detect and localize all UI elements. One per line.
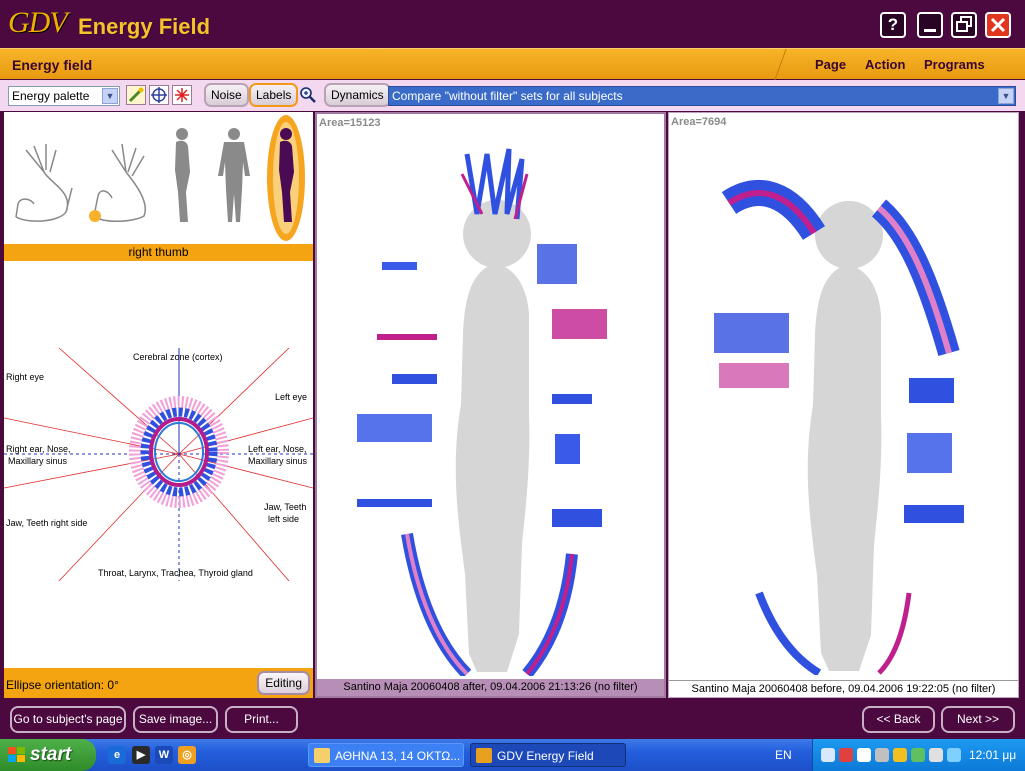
sector-label-left-ear-2: Maxillary sinus (248, 456, 308, 466)
palette-value: Energy palette (12, 89, 90, 103)
menu-page[interactable]: Page (815, 57, 846, 72)
minimize-button[interactable] (917, 12, 943, 38)
save-image-button[interactable]: Save image... (133, 706, 218, 733)
labels-button[interactable]: Labels (249, 83, 299, 107)
ellipse-orientation-label: Ellipse orientation: 0° (6, 678, 119, 692)
sector-label-jaw-left-1: Jaw, Teeth (264, 502, 307, 512)
view-caption: Santino Maja 20060408 before, 09.04.2006… (669, 680, 1018, 697)
view-caption: Santino Maja 20060408 after, 09.04.2006 … (317, 679, 664, 696)
selected-part-label: right thumb (4, 244, 313, 261)
sector-label-left-ear-1: Left ear, Nose, (248, 444, 307, 454)
folder-icon (314, 748, 330, 763)
language-indicator[interactable]: EN (775, 748, 792, 762)
close-button[interactable] (985, 12, 1011, 38)
gdv-app-icon (476, 748, 492, 763)
taskbar: start e ▶ W ◎ ΑΘΗΝΑ 13, 14 ΟΚΤΩ... GDV E… (0, 739, 1025, 771)
body-silhouette (455, 200, 531, 672)
restore-icon (956, 16, 972, 32)
compare-value: Compare "without filter" sets for all su… (392, 89, 623, 103)
palette-icon[interactable] (126, 85, 146, 105)
back-button[interactable]: << Back (862, 706, 935, 733)
right-hand-icon[interactable] (89, 143, 147, 222)
volume-icon[interactable] (929, 748, 943, 762)
crosshair-icon[interactable] (149, 85, 169, 105)
go-to-subject-button[interactable]: Go to subject's page (10, 706, 126, 733)
left-panel: right thumb Cerebral zone (cortex) Right… (4, 112, 313, 698)
menu-action[interactable]: Action (865, 57, 905, 72)
left-hand-icon[interactable] (15, 144, 73, 222)
body-front-icon[interactable] (218, 128, 250, 222)
menu-divider (774, 49, 806, 80)
app-quicklaunch-icon[interactable]: ◎ (178, 746, 196, 764)
sector-label-jaw-left-2: left side (268, 514, 300, 524)
bottom-bar: Go to subject's page Save image... Print… (0, 700, 1025, 738)
sector-label-right-ear-1: Right ear, Nose, (6, 444, 71, 454)
sector-label-right-ear-2: Maxillary sinus (8, 456, 68, 466)
usb-icon[interactable] (875, 748, 889, 762)
print-button[interactable]: Print... (225, 706, 298, 733)
dynamics-button[interactable]: Dynamics (324, 83, 391, 107)
task-label: ΑΘΗΝΑ 13, 14 ΟΚΤΩ... (335, 749, 461, 763)
energy-field-image (714, 180, 964, 675)
connection-icon[interactable] (947, 748, 961, 762)
asterisk-icon[interactable] (172, 85, 192, 105)
compare-select[interactable]: Compare "without filter" sets for all su… (388, 86, 1016, 106)
app-window: GDV Energy Field ? Energy field Page Act… (0, 0, 1025, 771)
sector-label-bottom: Throat, Larynx, Trachea, Thyroid gland (98, 568, 253, 578)
start-button[interactable]: start (0, 739, 96, 771)
clock: 12:01 μμ (969, 748, 1017, 762)
sector-label-top: Cerebral zone (cortex) (133, 352, 223, 362)
chevron-down-icon: ▼ (102, 88, 118, 104)
noise-button[interactable]: Noise (204, 83, 249, 107)
task-folder[interactable]: ΑΘΗΝΑ 13, 14 ΟΚΤΩ... (308, 743, 464, 767)
body-silhouette (807, 201, 883, 671)
help-button[interactable]: ? (880, 12, 906, 38)
network-icon[interactable] (821, 748, 835, 762)
palette-select[interactable]: Energy palette ▼ (8, 86, 120, 106)
section-title: Energy field (12, 57, 93, 73)
editing-button[interactable]: Editing (257, 671, 310, 695)
alert-icon[interactable] (839, 748, 853, 762)
body-side-icon[interactable] (175, 128, 190, 222)
sector-label-right-eye: Right eye (6, 372, 45, 382)
energy-view-before[interactable]: Area=7694 Santino Maja 20060408 before, … (668, 112, 1019, 698)
app-title: Energy Field (78, 14, 211, 39)
ie-icon[interactable]: e (108, 746, 126, 764)
energy-view-after[interactable]: Area=15123 Santino Maja 20060408 after, … (315, 112, 666, 698)
title-bar: GDV Energy Field ? (0, 0, 1025, 48)
gdv-logo: GDV (8, 6, 68, 39)
start-label: start (30, 744, 72, 765)
sector-label-left-eye: Left eye (275, 392, 308, 402)
close-icon (990, 17, 1006, 33)
ellipse-bar: Ellipse orientation: 0° Editing (4, 668, 313, 698)
next-button[interactable]: Next >> (941, 706, 1015, 733)
word-icon[interactable]: W (155, 746, 173, 764)
update-icon[interactable] (911, 748, 925, 762)
chevron-down-icon: ▼ (998, 88, 1014, 104)
body-side-highlighted-icon[interactable] (267, 115, 305, 241)
toolbar: Energy palette ▼ Noise Labels Dynamics C… (0, 80, 1025, 111)
task-label: GDV Energy Field (497, 749, 594, 763)
menu-bar: Energy field Page Action Programs (0, 48, 1025, 80)
zoom-icon[interactable] (299, 86, 317, 104)
device-icon[interactable] (857, 748, 871, 762)
media-player-icon[interactable]: ▶ (132, 746, 150, 764)
energy-field-image (357, 148, 607, 676)
menu-programs[interactable]: Programs (924, 57, 985, 72)
sector-label-jaw-right: Jaw, Teeth right side (6, 518, 88, 528)
windows-logo-icon (8, 747, 25, 762)
minimize-icon (924, 29, 936, 32)
figure-selector (4, 112, 313, 244)
system-tray: 12:01 μμ (812, 739, 1025, 771)
sector-diagram: Cerebral zone (cortex) Right eye Left ey… (4, 348, 313, 581)
security-icon[interactable] (893, 748, 907, 762)
restore-button[interactable] (951, 12, 977, 38)
task-gdv[interactable]: GDV Energy Field (470, 743, 626, 767)
